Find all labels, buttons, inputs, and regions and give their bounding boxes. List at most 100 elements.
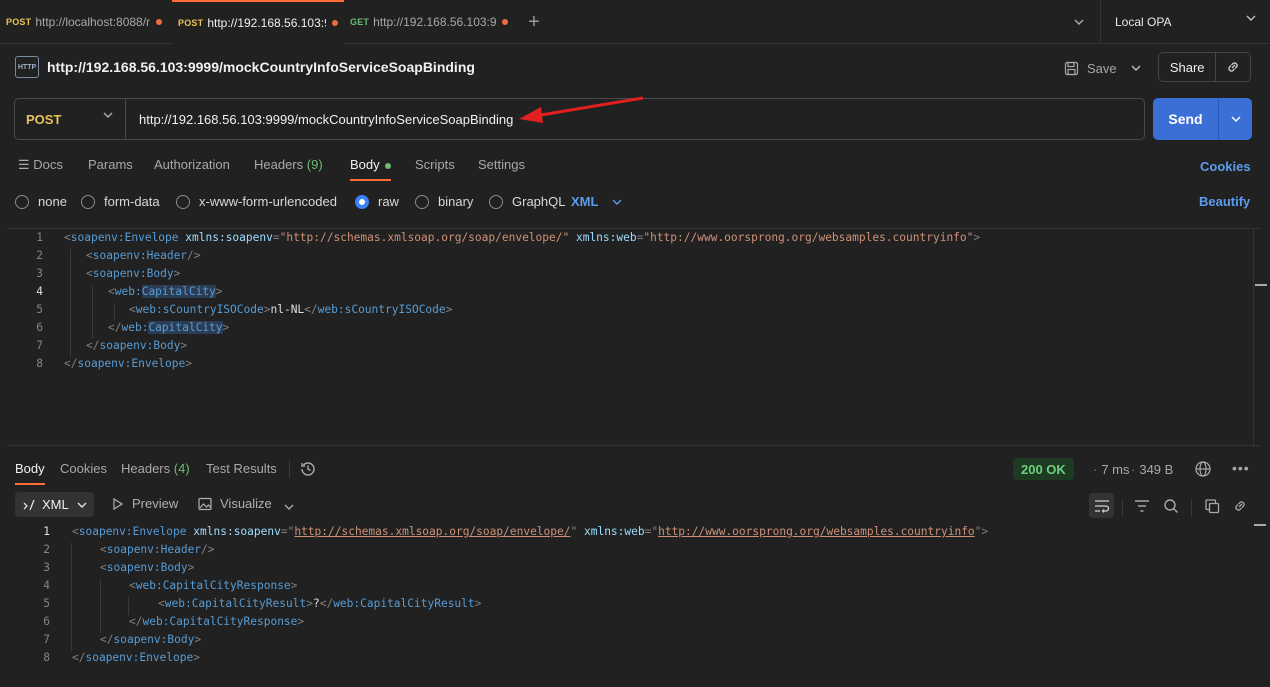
image-icon (198, 497, 212, 510)
copy-link-icon[interactable] (1216, 53, 1250, 81)
response-size[interactable]: · 349 B (1131, 462, 1173, 477)
xml-tag: soapenv:Envelope (85, 651, 194, 664)
send-button[interactable]: Send (1153, 98, 1219, 140)
editor-scrollbar[interactable] (1253, 229, 1267, 447)
language-select[interactable]: XML (571, 194, 622, 209)
tab-docs[interactable]: ☰ Docs (18, 157, 63, 181)
tab-authorization[interactable]: Authorization (154, 157, 230, 181)
indent-guide (70, 249, 71, 357)
beautify-button[interactable]: Beautify (1199, 194, 1250, 209)
play-icon (113, 497, 124, 510)
response-time[interactable]: · 7 ms (1093, 462, 1130, 477)
response-tab-test-results[interactable]: Test Results (206, 461, 277, 485)
response-tab-body[interactable]: Body (15, 461, 45, 485)
headers-count: (9) (306, 157, 323, 172)
radio-form-data[interactable]: form-data (81, 194, 160, 209)
response-scrollbar[interactable] (1253, 522, 1267, 687)
request-tab-2[interactable]: POST http://192.168.56.103:9 (172, 0, 344, 44)
preview-label: Preview (132, 496, 179, 511)
line-number: 4 (36, 285, 43, 298)
cookies-link[interactable]: Cookies (1200, 159, 1251, 174)
share-button[interactable]: Share (1159, 53, 1217, 81)
response-format-select[interactable]: XML (15, 492, 94, 517)
unsaved-dot-icon (502, 19, 508, 25)
tab-url: http://192.168.56.103:9 (207, 16, 326, 30)
filter-icon[interactable] (1131, 495, 1153, 517)
radio-graphql-label: GraphQL (512, 194, 566, 209)
save-options-chevron-down-icon[interactable] (1126, 56, 1146, 80)
preview-button[interactable]: Preview (112, 496, 178, 511)
response-toolbar: XML Preview Visualize (0, 490, 1270, 520)
url-input[interactable]: http://192.168.56.103:9999/mockCountryIn… (126, 99, 1144, 139)
search-icon[interactable] (1160, 495, 1182, 517)
send-group: Send (1153, 98, 1252, 140)
method-select[interactable]: POST (15, 99, 126, 139)
unsaved-dot-icon (156, 19, 163, 25)
tab-headers[interactable]: Headers (9) (254, 157, 323, 181)
history-icon[interactable] (299, 460, 317, 481)
xml-tag: web:sCountryISOCode (135, 303, 264, 316)
tab-settings[interactable]: Settings (478, 157, 525, 181)
globe-icon[interactable] (1194, 460, 1212, 481)
radio-circle-selected (355, 194, 369, 209)
response-tab-cookies[interactable]: Cookies (60, 461, 107, 485)
xml-value-link[interactable]: http://schemas.xmlsoap.org/soap/envelope… (294, 525, 570, 538)
code-line: </soapenv:Body> (86, 339, 188, 352)
request-title[interactable]: http://192.168.56.103:9999/mockCountryIn… (47, 59, 475, 75)
send-options-chevron-down-icon[interactable] (1219, 98, 1252, 140)
line-number: 8 (43, 651, 50, 664)
visualize-button[interactable]: Visualize (198, 496, 272, 511)
code-line: <soapenv:Envelope xmlns:soapenv="http://… (64, 231, 981, 244)
status-badge[interactable]: 200 OK (1013, 458, 1074, 480)
share-group: Share (1158, 52, 1251, 82)
line-number: 6 (43, 615, 50, 628)
response-body-viewer[interactable]: 1 2 3 4 5 6 7 8 <soapenv:Envelope xmlns:… (0, 522, 1270, 687)
radio-form-data-label: form-data (104, 194, 160, 209)
response-tab-headers[interactable]: Headers (4) (121, 461, 190, 485)
visualize-label: Visualize (220, 496, 272, 511)
xml-value-link[interactable]: http://www.oorsprong.org/websamples.coun… (658, 525, 975, 538)
more-icon[interactable]: ••• (1232, 460, 1250, 476)
tab-method: POST (6, 17, 32, 27)
code-line: <soapenv:Body> (86, 267, 181, 280)
request-tab-1[interactable]: POST http://localhost:8088/r (0, 0, 172, 44)
radio-binary[interactable]: binary (415, 194, 473, 209)
xml-tag: soapenv:Envelope (77, 357, 186, 370)
chevron-down-icon (77, 502, 87, 508)
copy-icon[interactable] (1201, 495, 1223, 517)
request-body-editor[interactable]: 1 2 3 4 5 6 7 8 <soapenv:Envelope xmlns:… (7, 228, 1267, 447)
code-line: <soapenv:Header/> (86, 249, 201, 262)
tab-body-label: Body (350, 157, 380, 172)
chevron-down-icon (612, 199, 622, 205)
http-icon: HTTP (15, 56, 39, 78)
link-icon[interactable] (1229, 495, 1251, 517)
tab-method: GET (350, 17, 370, 27)
body-type-row: none form-data x-www-form-urlencoded raw… (0, 188, 1270, 214)
visualize-chevron-down-icon[interactable] (284, 498, 294, 513)
unsaved-dot-icon (332, 20, 338, 26)
tabs-chevron-down-icon[interactable] (1064, 0, 1094, 44)
request-tab-3[interactable]: GET http://192.168.56.103:99 (344, 0, 514, 44)
tab-scripts[interactable]: Scripts (415, 157, 455, 181)
xml-tag: web:CapitalCityResponse (142, 615, 298, 628)
tab-body[interactable]: Body (350, 157, 391, 181)
radio-raw-label: raw (378, 194, 399, 209)
indent-guide (128, 597, 129, 615)
radio-urlencoded[interactable]: x-www-form-urlencoded (176, 194, 337, 209)
tab-params[interactable]: Params (88, 157, 133, 181)
save-label: Save (1087, 60, 1117, 76)
environment-selector[interactable]: Local OPA (1100, 0, 1270, 44)
radio-none[interactable]: none (15, 194, 67, 209)
xml-attr: xmlns:soapenv (193, 525, 281, 538)
save-button[interactable]: Save (1064, 56, 1117, 80)
radio-graphql[interactable]: GraphQL (489, 194, 565, 209)
radio-raw[interactable]: raw (355, 194, 399, 209)
new-tab-plus-icon[interactable]: + (514, 0, 554, 44)
xml-text: nl-NL (270, 303, 305, 316)
scroll-marker (1255, 284, 1267, 286)
xml-tag: web:CapitalCityResult (333, 597, 475, 610)
code-line: </soapenv:Body> (100, 633, 202, 646)
code-line: </soapenv:Envelope> (64, 357, 193, 370)
line-number: 4 (43, 579, 50, 592)
wrap-lines-icon[interactable] (1089, 493, 1114, 518)
